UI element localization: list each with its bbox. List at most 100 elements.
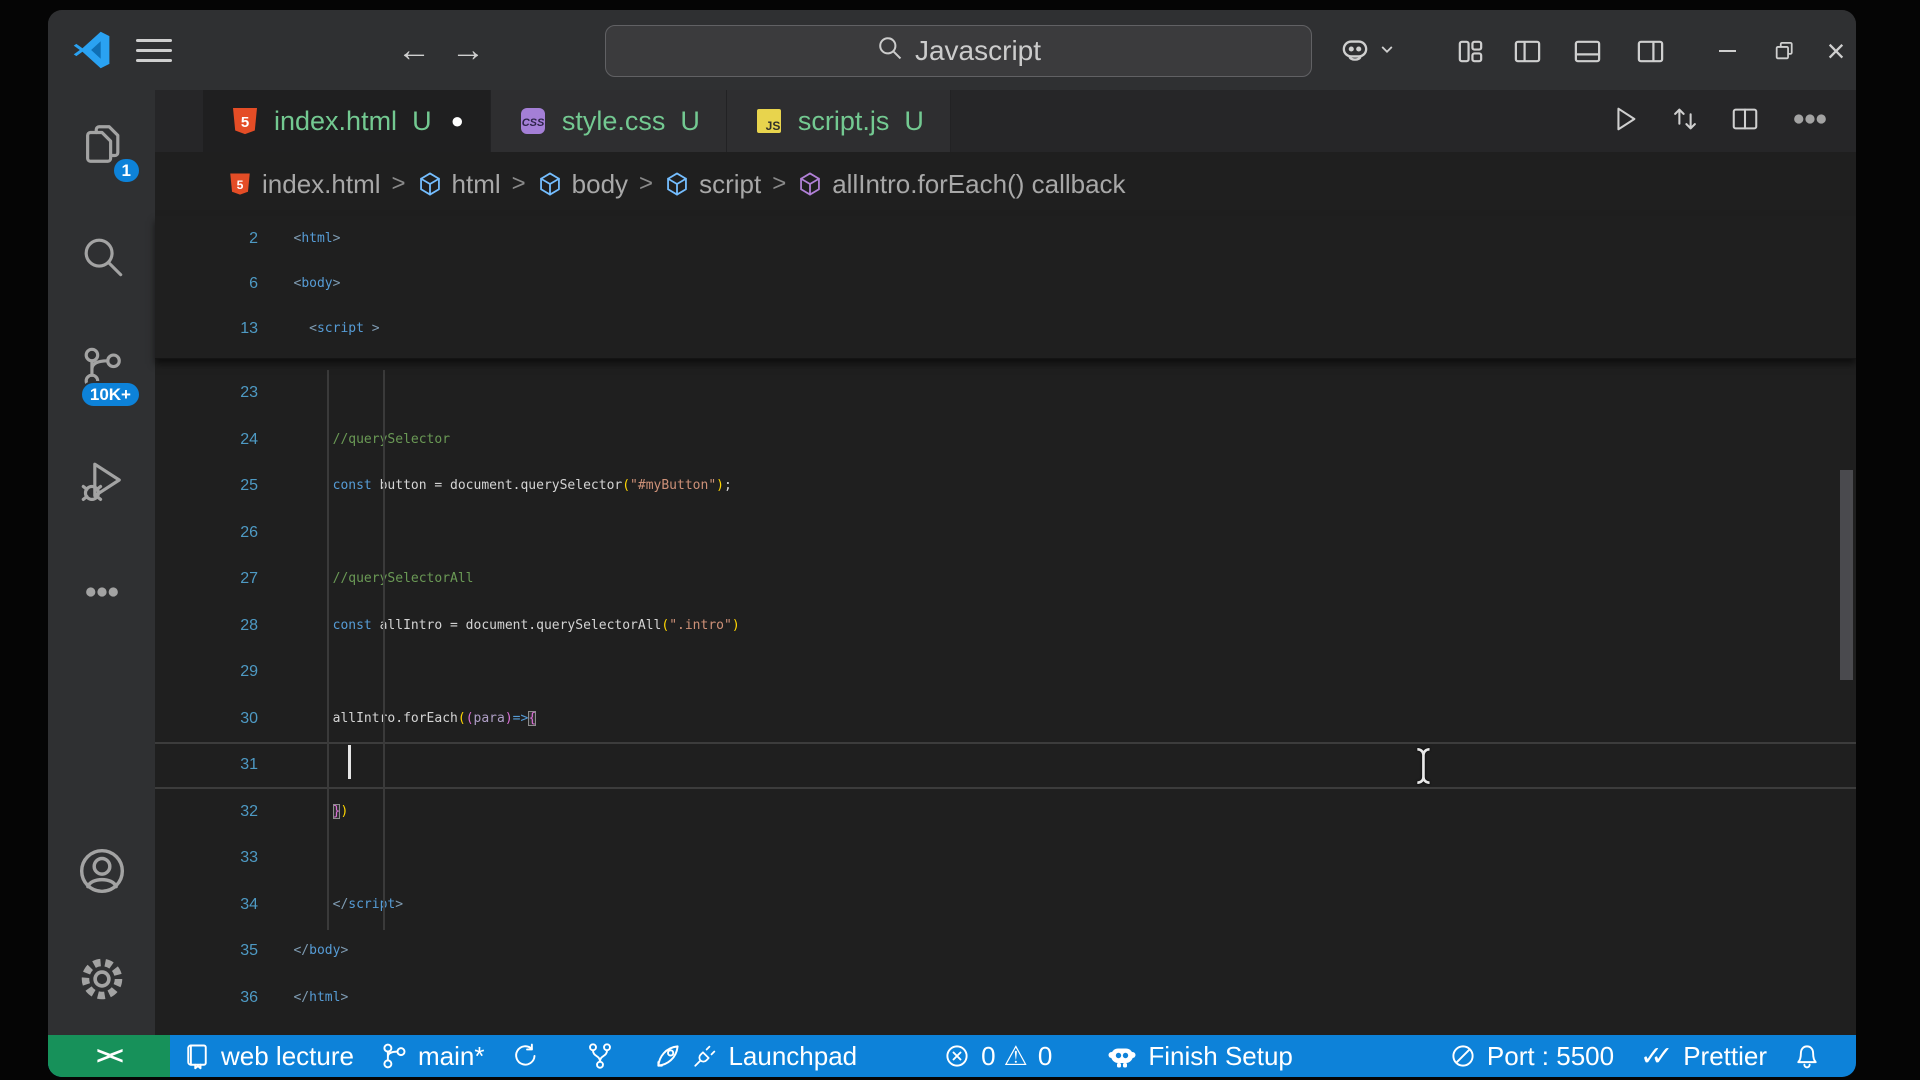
code-line-35[interactable]: 35 </body>	[155, 928, 1856, 975]
code-line-30[interactable]: 30 allIntro.forEach((para)=>{	[155, 696, 1856, 743]
line-content: const button = document.querySelector("#…	[332, 478, 732, 493]
unsaved-dot: ●	[450, 108, 464, 133]
code-line-31[interactable]: 31	[155, 742, 1856, 789]
scrollbar-slider[interactable]	[1840, 470, 1853, 680]
tab-style.css[interactable]: CSS style.css U	[490, 90, 727, 152]
code-line-27[interactable]: 27 //querySelectorAll	[155, 556, 1856, 603]
sb-item-launchpad[interactable]: Launchpad	[641, 1035, 870, 1077]
customize-layout-button[interactable]	[1446, 32, 1494, 70]
sb-item-prettier[interactable]: ✓✓ Prettier	[1627, 1035, 1780, 1077]
code-line-34[interactable]: 34 </script>	[155, 882, 1856, 929]
line-content: <body>	[293, 276, 341, 291]
sb-item-warnings[interactable]: ⚠ 0	[1000, 1035, 1066, 1077]
nav-forward-button[interactable]: →	[444, 31, 492, 69]
tab-script.js[interactable]: JS script.js U	[726, 90, 951, 152]
code-line-32[interactable]: 32 })	[155, 789, 1856, 836]
sb-item-remote[interactable]: ><	[48, 1035, 170, 1077]
minimize-button[interactable]	[1703, 32, 1751, 70]
plug-icon	[692, 1043, 718, 1069]
css-file-icon: CSS	[517, 105, 549, 137]
line-number: 23	[240, 384, 258, 401]
search-icon	[79, 233, 125, 284]
breadcrumb-item[interactable]: body	[537, 169, 628, 200]
tab-label: index.html	[274, 105, 398, 136]
code-line-36[interactable]: 36 </html>	[155, 975, 1856, 1022]
line-content: </body>	[293, 943, 349, 958]
activity-item-source-control[interactable]: 10K+	[48, 314, 155, 426]
code-line-26[interactable]: 26	[155, 510, 1856, 557]
breadcrumb-separator-icon: >	[391, 170, 406, 197]
line-number: 27	[240, 570, 258, 587]
activity-item-explorer[interactable]: 1	[48, 90, 155, 202]
sb-item-fork[interactable]	[573, 1035, 627, 1077]
editor-action-split-editor[interactable]	[1730, 104, 1760, 139]
code-area[interactable]: 23 24 //querySelector 25 const button = do…	[155, 358, 1856, 1035]
play-icon	[1610, 107, 1640, 138]
toggle-panel-button[interactable]	[1563, 32, 1611, 70]
sb-item-sync[interactable]	[497, 1035, 551, 1077]
code-line-25[interactable]: 25 const button = document.querySelector…	[155, 463, 1856, 510]
editor-action-run[interactable]	[1610, 104, 1640, 139]
line-number: 28	[240, 616, 258, 634]
nav-back-button[interactable]: ←	[390, 31, 438, 69]
title-bar: ← → Javascript ×	[48, 10, 1856, 90]
breadcrumb: 5 index.html > html > body > script > allIntro.fo…	[155, 152, 1856, 216]
toggle-secondary-sidebar-button[interactable]	[1626, 32, 1674, 70]
breadcrumb-item[interactable]: allIntro.forEach() callback	[797, 168, 1126, 200]
activity-item-more[interactable]	[48, 538, 155, 650]
sb-label: Port : 5500	[1486, 1040, 1615, 1071]
activity-item-settings[interactable]	[48, 927, 155, 1035]
close-button[interactable]: ×	[1812, 32, 1856, 70]
activity-item-search[interactable]	[48, 202, 155, 314]
code-line-6[interactable]: 6 <body>	[155, 261, 1856, 306]
breadcrumb-label: allIntro.forEach() callback	[832, 168, 1126, 199]
sb-item-web-lecture[interactable]: web lecture	[170, 1035, 367, 1077]
tab-label: style.css	[561, 105, 666, 136]
tab-index.html[interactable]: 5 index.html U ●	[203, 90, 491, 152]
line-content	[270, 742, 352, 789]
sb-item-errors[interactable]: 0	[930, 1035, 999, 1077]
breadcrumb-item[interactable]: html	[417, 169, 501, 200]
menu-hamburger-icon[interactable]	[132, 36, 176, 64]
sb-item-bell[interactable]	[1780, 1035, 1834, 1077]
code-line-24[interactable]: 24 //querySelector	[155, 417, 1856, 464]
code-line-29[interactable]: 29	[155, 649, 1856, 696]
code-line-2[interactable]: 2 <html>	[155, 216, 1856, 261]
toggle-primary-sidebar-button[interactable]	[1503, 32, 1551, 70]
code-line-13[interactable]: 13 <script >	[155, 306, 1856, 351]
copilot-icon	[1106, 1040, 1138, 1072]
editor-action-compare-changes[interactable]	[1670, 104, 1700, 139]
breadcrumb-item[interactable]: script	[664, 169, 761, 200]
sticky-scroll[interactable]: 2 <html> 6 <body> 13 <script >	[155, 216, 1856, 359]
code-line-28[interactable]: 28 const allIntro = document.querySelect…	[155, 603, 1856, 650]
line-number: 29	[240, 663, 258, 680]
sb-item-git-branch[interactable]: main*	[367, 1035, 497, 1077]
line-number: 33	[240, 849, 258, 866]
code-line-33[interactable]: 33	[155, 835, 1856, 882]
search-icon	[876, 34, 903, 68]
command-center-search[interactable]: Javascript	[605, 25, 1312, 77]
compare-icon	[1670, 108, 1700, 138]
restore-button[interactable]	[1760, 32, 1808, 70]
sb-item-finish-setup[interactable]: Finish Setup	[1093, 1035, 1306, 1077]
sb-label: 0	[1037, 1040, 1053, 1071]
editor-action-more-actions[interactable]	[1790, 99, 1830, 144]
activity-item-account[interactable]	[48, 819, 155, 927]
sb-item-port[interactable]: Port : 5500	[1436, 1035, 1627, 1077]
activity-item-run-debug[interactable]	[48, 426, 155, 538]
code-line-23[interactable]: 23	[155, 370, 1856, 417]
symbol-cube-blue-icon	[537, 171, 563, 197]
breadcrumb-item[interactable]: 5 index.html	[227, 169, 381, 200]
line-number: 30	[240, 709, 258, 727]
line-number: 2	[249, 230, 258, 247]
indent-guide	[383, 370, 385, 930]
debug-icon	[79, 457, 125, 508]
line-content: //querySelectorAll	[332, 571, 474, 586]
rocket-icon	[654, 1042, 682, 1070]
editor-actions	[1610, 90, 1830, 152]
copilot-menu-button[interactable]	[1338, 32, 1398, 70]
bell-icon	[1793, 1042, 1821, 1070]
symbol-cube-blue-icon	[417, 171, 443, 197]
tab-bar: 5 index.html U ● CSS style.css U JS script.js U	[155, 90, 1856, 152]
search-value: Javascript	[914, 35, 1042, 66]
